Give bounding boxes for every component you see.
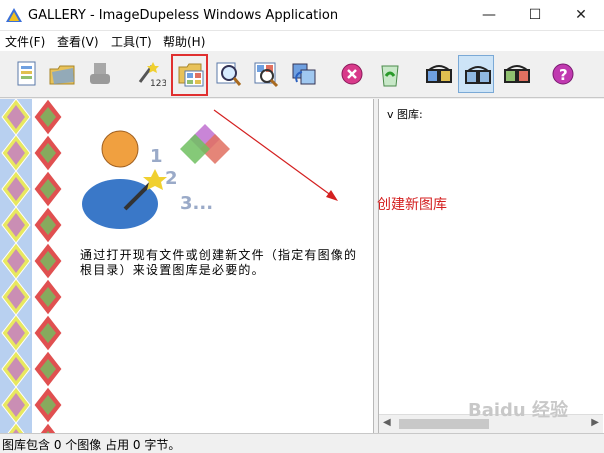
status-bar: 图库包含 0 个图像 占用 0 字节。: [0, 433, 604, 452]
toolbar-button-create-gallery[interactable]: [171, 54, 208, 96]
scroll-left-icon[interactable]: ◀: [383, 417, 391, 428]
app-logo-icon: [6, 8, 22, 22]
svg-text:?: ?: [559, 66, 568, 84]
menu-bar: 文件(F) 查看(V) 工具(T) 帮助(H): [0, 31, 604, 51]
wizard-123-icon: 123: [138, 62, 166, 88]
minimize-button[interactable]: —: [466, 0, 512, 30]
title-bar: GALLERY - ImageDupeless Windows Applicat…: [0, 0, 604, 31]
close-button[interactable]: ✕: [558, 0, 604, 30]
toolbar-button-new[interactable]: [8, 55, 44, 93]
disabled-hand-icon: [90, 63, 110, 84]
toolbar: 123 ?: [0, 51, 604, 98]
toolbar-button-viewer-active[interactable]: [458, 55, 494, 93]
menu-file[interactable]: 文件(F): [5, 33, 45, 50]
wizard-person-illustration: 1 2 3...: [82, 124, 230, 229]
toolbar-button-wizard[interactable]: 123: [132, 55, 168, 93]
viewer-glasses-pressed-icon: [465, 66, 491, 84]
magnifier-icon: [216, 62, 242, 86]
menu-tools[interactable]: 工具(T): [111, 33, 152, 50]
help-icon: ?: [552, 63, 574, 85]
status-text: 图库包含 0 个图像 占用 0 字节。: [2, 438, 181, 452]
illustration-number-1: 1: [150, 146, 163, 167]
illustration-number-2: 2: [165, 168, 178, 189]
toolbar-button-open[interactable]: [44, 55, 80, 93]
main-panel: 1 2 3... 通过打开现有文件或创建新文件（指定有图像的根目录）来设置图库是…: [0, 99, 374, 433]
new-document-icon: [17, 61, 36, 86]
toolbar-button-viewer-alt[interactable]: [498, 55, 534, 93]
menu-view[interactable]: 查看(V): [57, 33, 99, 50]
recycle-bin-icon: [381, 65, 399, 87]
toolbar-button-viewer[interactable]: [420, 55, 456, 93]
illustration-number-3: 3...: [180, 193, 213, 214]
toolbar-button-refresh[interactable]: [286, 55, 322, 93]
scroll-right-icon[interactable]: ▶: [591, 417, 599, 428]
gallery-tree-panel: v 图库: ◀ ▶: [378, 99, 604, 433]
viewer-glasses-alt-icon: [504, 65, 530, 83]
svg-text:123: 123: [150, 79, 166, 88]
toolbar-button-disabled[interactable]: [82, 55, 118, 93]
create-gallery-icon: [178, 63, 204, 87]
viewer-glasses-icon: [426, 65, 452, 83]
toolbar-button-stop[interactable]: [334, 55, 370, 93]
decorative-diamond-strip: [0, 99, 64, 433]
menu-help[interactable]: 帮助(H): [163, 33, 205, 50]
stop-icon: [341, 63, 363, 85]
window-title: GALLERY - ImageDupeless Windows Applicat…: [28, 8, 339, 23]
gallery-tree-root[interactable]: v 图库:: [387, 106, 423, 122]
toolbar-button-recycle[interactable]: [372, 55, 408, 93]
toolbar-button-search-grid[interactable]: [248, 55, 284, 93]
setup-instructions-text: 通过打开现有文件或创建新文件（指定有图像的根目录）来设置图库是必要的。: [80, 248, 358, 277]
maximize-button[interactable]: ☐: [512, 0, 558, 30]
annotation-label: 创建新图库: [377, 197, 447, 213]
toolbar-button-help[interactable]: ?: [545, 55, 581, 93]
open-folder-icon: [49, 65, 75, 85]
search-grid-icon: [254, 62, 279, 88]
toolbar-button-magnify[interactable]: [210, 55, 246, 93]
refresh-swap-icon: [292, 63, 316, 85]
watermark: Baidu 经验: [468, 400, 569, 421]
